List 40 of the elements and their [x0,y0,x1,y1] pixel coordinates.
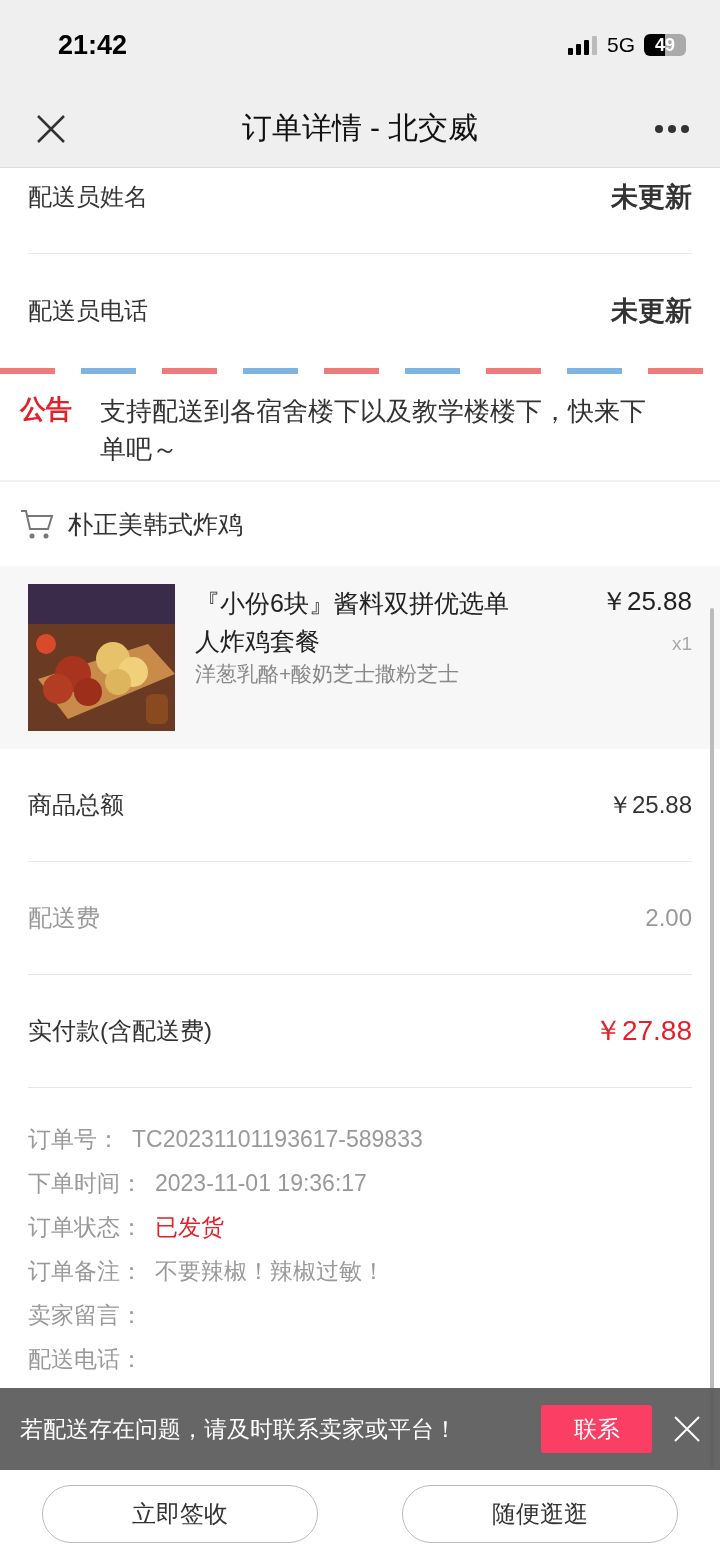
product-title: 『小份6块』酱料双拼优选单人炸鸡套餐 [195,588,510,657]
summary-value: ￥27.88 [593,1014,692,1048]
shop-name: 朴正美韩式炸鸡 [68,508,243,540]
action-button[interactable]: 立即签收 [42,1485,318,1543]
info-label: 下单时间： [28,1168,143,1198]
summary-label: 配送费 [28,903,100,933]
info-value: 不要辣椒！辣椒过敏！ [155,1256,385,1286]
product-card[interactable]: 『小份6块』酱料双拼优选单人炸鸡套餐 洋葱乳酪+酸奶芝士撒粉芝士 ￥25.88 x1 [0,566,720,749]
cart-icon [20,508,54,540]
more-icon[interactable] [654,123,690,134]
action-button[interactable]: 随便逛逛 [402,1485,678,1543]
notice-tag: 公告 [20,392,72,468]
info-label: 订单状态： [28,1212,143,1242]
summary-label: 实付款(含配送费) [28,1016,212,1046]
info-label: 订单备注： [28,1256,143,1286]
close-icon[interactable] [36,113,66,144]
field-value: 未更新 [611,180,692,214]
product-spec: 洋葱乳酪+酸奶芝士撒粉芝士 [195,661,461,687]
field-value: 未更新 [611,295,692,328]
info-label: 订单号： [28,1124,120,1154]
info-value: TC20231101193617-589833 [132,1125,423,1153]
page-title: 订单详情 - 北交威 [241,110,479,146]
status-time: 21:42 [58,29,128,61]
field-label: 配送员电话 [28,296,148,326]
product-quantity: x1 [671,633,692,655]
banner-text: 若配送存在问题，请及时联系卖家或平台！ [20,1414,458,1444]
info-value: 2023-11-01 19:36:17 [155,1169,367,1197]
contact-button[interactable]: 联系 [541,1405,652,1453]
summary-value: ￥25.88 [607,790,692,820]
product-price: ￥25.88 [600,585,692,618]
network-label: 5G [607,33,635,57]
notice-text: 支持配送到各宿舍楼下以及教学楼楼下，快来下单吧～ [100,395,647,466]
battery-level: 49 [644,34,686,56]
signal-icon [568,35,598,55]
summary-value: 2.00 [645,904,692,932]
info-label: 配送电话： [28,1344,143,1374]
field-label: 配送员姓名 [28,181,148,212]
info-value: 已发货 [155,1212,224,1242]
info-label: 卖家留言： [28,1300,143,1330]
summary-label: 商品总额 [28,790,124,820]
